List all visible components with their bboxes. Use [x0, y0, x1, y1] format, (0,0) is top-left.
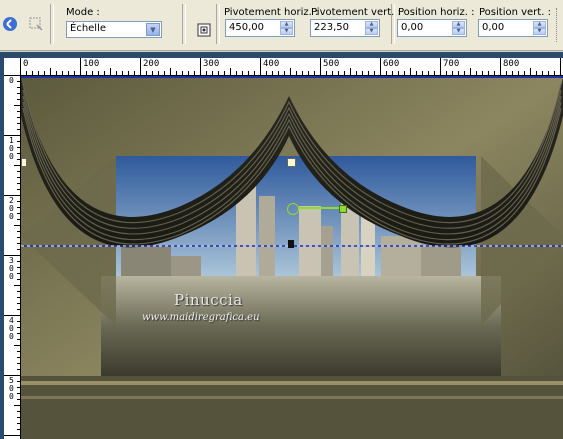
pos-h-field[interactable]: 0,00 ▲ ▼: [397, 19, 467, 37]
pos-v-spinner[interactable]: ▲ ▼: [533, 21, 546, 35]
pivot-v-spinner[interactable]: ▲ ▼: [365, 21, 378, 35]
pivot-reset-icon[interactable]: [194, 20, 214, 40]
ruler-top-label: 500: [323, 59, 340, 69]
pivot-handle[interactable]: [287, 203, 299, 215]
chevron-down-icon[interactable]: ▼: [146, 23, 160, 36]
ruler-top-label: 400: [263, 59, 280, 69]
ruler-left-label: 300: [9, 256, 14, 281]
ruler-left-label: 200: [9, 196, 14, 221]
top-handle[interactable]: [287, 158, 296, 167]
toolbar: Mode : Échelle ▼ Pivotement horiz. : 450…: [0, 0, 563, 51]
ruler-left-label: 0: [9, 76, 14, 85]
center-marker[interactable]: [288, 240, 294, 248]
watermark-name: Pinuccia: [174, 291, 243, 309]
mode-label: Mode :: [66, 7, 100, 18]
canvas-image[interactable]: Pinuccia www.maidiregrafica.eu: [21, 76, 563, 439]
ruler-top-label: 800: [503, 59, 520, 69]
ruler-top-label: 300: [203, 59, 220, 69]
toolbar-separator: [50, 4, 54, 44]
pos-v-label: Position vert. :: [479, 7, 551, 18]
rotation-arm: [298, 207, 341, 209]
pivot-h-value: 450,00: [229, 22, 264, 33]
pos-v-value: 0,00: [482, 22, 505, 33]
ruler-top-ticks: [20, 58, 561, 75]
ruler-left: 0 100 200 300 400 500: [4, 75, 21, 439]
ruler-top-label: 200: [143, 59, 160, 69]
ruler-top-label: 600: [383, 59, 400, 69]
ruler-corner: [4, 58, 21, 76]
ruler-left-label: 500: [9, 376, 14, 401]
toolbar-separator: [216, 4, 220, 44]
mode-value: Échelle: [70, 23, 107, 34]
left-handle[interactable]: [21, 158, 27, 167]
pos-v-field[interactable]: 0,00 ▲ ▼: [478, 19, 548, 37]
pos-h-value: 0,00: [401, 22, 424, 33]
ruler-top: 0 100 200 300 400 500 600 700 800: [20, 58, 563, 76]
ruler-top-label: 0: [23, 59, 29, 69]
pivot-h-label: Pivotement horiz. :: [224, 7, 319, 18]
ruler-top-label: 100: [83, 59, 100, 69]
pivot-v-value: 223,50: [314, 22, 349, 33]
pivot-v-field[interactable]: 223,50 ▲ ▼: [310, 19, 380, 37]
ruler-top-label: 700: [443, 59, 460, 69]
pos-h-label: Position horiz. :: [398, 7, 475, 18]
pos-h-spinner[interactable]: ▲ ▼: [452, 21, 465, 35]
toolbar-separator: [182, 4, 186, 44]
pivot-h-spinner[interactable]: ▲ ▼: [280, 21, 293, 35]
pivot-h-field[interactable]: 450,00 ▲ ▼: [225, 19, 295, 37]
artwork: [21, 76, 563, 439]
deform-tool-icon[interactable]: [26, 14, 46, 34]
mode-dropdown[interactable]: Échelle ▼: [66, 21, 162, 38]
rotation-handle[interactable]: [339, 205, 347, 213]
watermark-url: www.maidiregrafica.eu: [142, 312, 260, 323]
ruler-left-label: 100: [9, 136, 14, 161]
reset-icon[interactable]: [0, 14, 20, 34]
toolbar-grip[interactable]: [556, 8, 560, 42]
ruler-left-label: 400: [9, 316, 14, 341]
pivot-v-label: Pivotement vert. :: [311, 7, 401, 18]
toolbar-separator: [391, 4, 395, 44]
